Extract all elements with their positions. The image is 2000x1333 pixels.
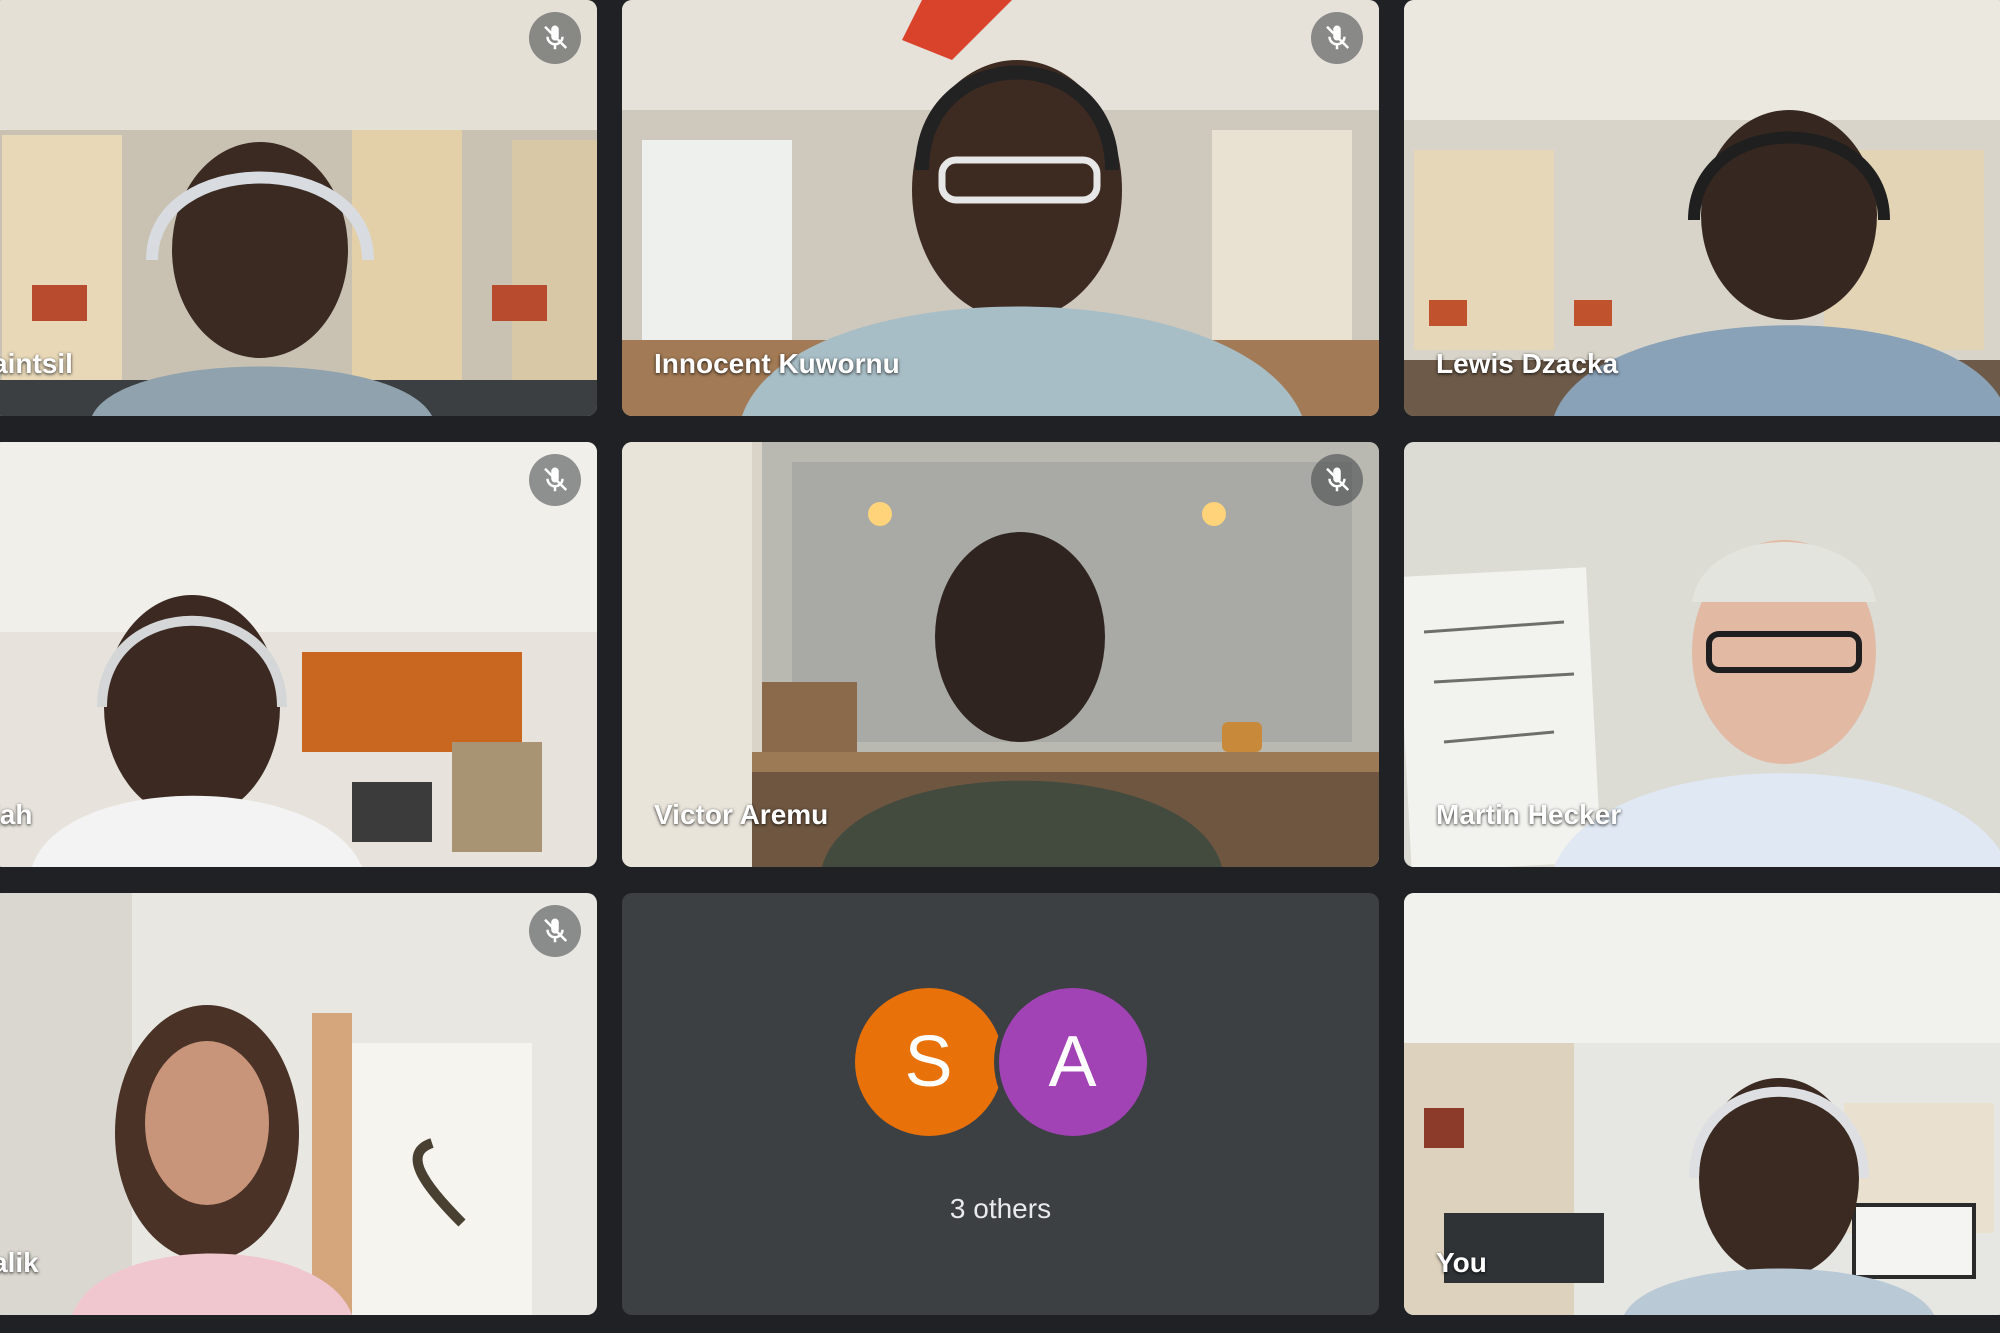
participant-tile-jah[interactable]: jah — [0, 442, 597, 867]
mute-indicator — [529, 12, 581, 64]
mic-off-icon — [1326, 467, 1350, 492]
participant-name: You — [1436, 1247, 1487, 1278]
mute-indicator — [1311, 454, 1363, 506]
others-count-label: 3 others — [949, 1193, 1052, 1224]
mic-off-icon — [544, 25, 568, 50]
participant-tile-lewis[interactable]: Lewis Dzacka — [1404, 0, 2000, 416]
mute-indicator — [529, 905, 581, 957]
participant-name: Lewis Dzacka — [1436, 348, 1619, 379]
mic-off-icon — [1326, 25, 1350, 50]
participant-tile-alik[interactable]: alik — [0, 893, 597, 1315]
mic-off-icon — [544, 918, 568, 943]
participant-name: Martin Hecker — [1436, 799, 1622, 830]
others-avatars: S A — [849, 983, 1152, 1141]
others-tile[interactable]: S A 3 others — [622, 893, 1379, 1315]
avatar: S — [849, 983, 1008, 1141]
participant-name: Victor Aremu — [654, 799, 829, 830]
video-feed — [0, 0, 597, 416]
participant-tile-aintsil[interactable]: aintsil — [0, 0, 597, 416]
participant-tile-innocent[interactable]: Innocent Kuwornu — [622, 0, 1379, 416]
participant-tile-you[interactable]: You — [1404, 893, 2000, 1315]
participant-tile-martin[interactable]: Martin Hecker — [1404, 442, 2000, 867]
mute-indicator — [529, 454, 581, 506]
participant-name: Innocent Kuwornu — [654, 348, 900, 379]
participant-name: jah — [0, 799, 33, 830]
mic-off-icon — [544, 467, 568, 492]
participant-name: aintsil — [0, 348, 73, 379]
others-content: S A 3 others — [622, 893, 1379, 1315]
avatar: A — [993, 983, 1152, 1141]
participant-name: alik — [0, 1247, 39, 1278]
video-feed — [0, 442, 597, 867]
video-feed — [1404, 893, 2000, 1315]
mute-indicator — [1311, 12, 1363, 64]
video-feed — [0, 893, 597, 1315]
participant-tile-victor[interactable]: Victor Aremu — [622, 442, 1379, 867]
